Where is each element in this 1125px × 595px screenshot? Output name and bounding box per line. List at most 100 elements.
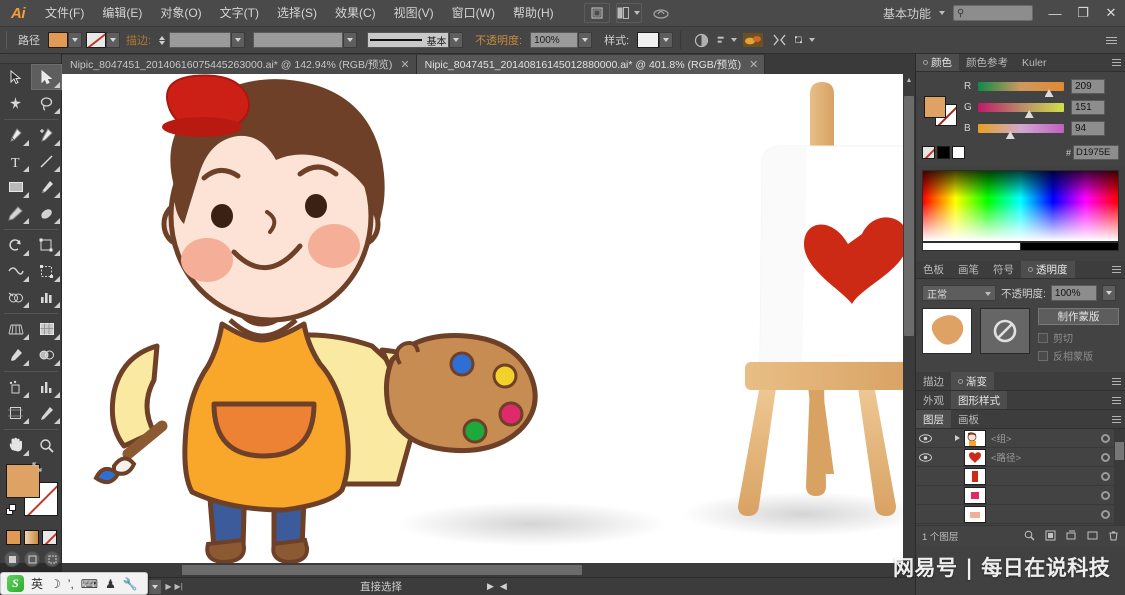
invert-mask-checkbox[interactable] [1038,350,1048,361]
stroke-weight-dropdown-icon[interactable] [231,32,246,48]
status-bar-arrows[interactable]: ▶ ◀ [487,581,507,592]
graphic-styles-panel-menu-icon[interactable] [1109,391,1125,409]
sogou-logo-icon[interactable]: S [7,575,24,592]
menu-type[interactable]: 文字(T) [211,2,268,24]
color-panel-menu-icon[interactable] [1109,54,1125,71]
channel-b-value[interactable]: 94 [1071,121,1105,136]
eyedropper-tool[interactable] [0,342,31,368]
next-artboard-icon[interactable]: ▶ [165,582,171,591]
symbol-sprayer-tool[interactable] [0,374,31,400]
draw-behind-icon[interactable] [24,551,40,567]
tab-layers[interactable]: 图层 [916,410,951,428]
make-clipping-mask-icon[interactable] [1044,530,1056,542]
layer-list[interactable]: <组> <路径> [916,429,1125,525]
lasso-tool[interactable] [31,90,62,116]
last-artboard-icon[interactable]: ▶| [175,582,183,591]
status-next-icon[interactable]: ◀ [500,581,507,592]
tab-brushes[interactable]: 画笔 [951,261,986,278]
color-fill-stroke-indicator[interactable] [922,90,960,126]
zoom-tool[interactable] [31,432,62,458]
graphic-style-swatch[interactable] [637,32,660,48]
moon-icon[interactable]: ☽ [50,577,61,591]
target-indicator[interactable] [1095,433,1115,443]
hscrollbar-thumb[interactable] [182,565,582,575]
blend-tool[interactable] [31,342,62,368]
opacity-field[interactable]: 100% [530,32,579,48]
close-icon[interactable]: ✕ [749,58,758,71]
restore-button[interactable]: ❐ [1069,3,1097,23]
opacity-mask-icon[interactable] [691,31,711,49]
magic-wand-tool[interactable] [0,90,31,116]
artboard-dropdown-icon[interactable] [148,578,163,595]
tab-gradient[interactable]: 渐变 [951,372,994,390]
align-icon[interactable] [717,31,738,49]
target-indicator[interactable] [1095,471,1115,481]
scale-tool[interactable] [31,232,62,258]
document-tab-2[interactable]: Nipic_8047451_20140816145012880000.ai* @… [416,55,766,74]
hex-value-field[interactable]: D1975E [1073,145,1119,160]
isolate-selected-icon[interactable] [769,31,789,49]
canvas-horizontal-scrollbar[interactable] [62,563,915,577]
document-tab-1[interactable]: Nipic_8047451_20140616075445263000.ai* @… [62,55,417,74]
channel-r-value[interactable]: 209 [1071,79,1105,94]
scrollbar-thumb[interactable] [904,96,914,336]
clip-checkbox-row[interactable]: 剪切 [1038,330,1119,345]
soft-keyboard-icon[interactable]: ⌨ [81,577,98,591]
tab-appearance[interactable]: 外观 [916,391,951,409]
color-slider-b[interactable]: B 94 [964,119,1119,139]
add-anchor-point-tool[interactable] [31,122,62,148]
hand-tool[interactable] [0,432,31,458]
artboard[interactable] [62,74,915,563]
column-graph-tool[interactable] [31,284,62,310]
canvas-vertical-scrollbar[interactable]: ▲ [903,74,915,563]
locate-object-icon[interactable] [1023,530,1035,542]
stroke-profile-dropdown-icon[interactable] [343,32,358,48]
menu-effect[interactable]: 效果(C) [326,2,385,24]
swatch-white[interactable] [952,146,965,159]
opacity-dropdown-icon[interactable] [578,32,593,48]
shape-builder-tool[interactable] [0,284,31,310]
control-panel-menu-icon[interactable] [1106,36,1117,44]
search-input[interactable]: ⚲ [953,5,1033,21]
color-spectrum-extremes[interactable] [922,242,1119,251]
menu-edit[interactable]: 编辑(E) [93,2,151,24]
stroke-profile-field[interactable] [253,32,344,48]
table-row[interactable]: <路径> [916,448,1125,467]
color-slider-r[interactable]: R 209 [964,77,1119,97]
rectangle-tool[interactable] [0,174,31,200]
fill-stroke-indicator[interactable] [6,462,61,524]
tab-artboards[interactable]: 画板 [951,410,986,428]
control-bar-grip[interactable] [6,31,12,49]
brush-dropdown-icon[interactable] [449,32,464,48]
arrange-documents-icon[interactable] [615,3,642,23]
ime-mode-button[interactable]: 英 [31,575,43,592]
menu-select[interactable]: 选择(S) [268,2,326,24]
line-segment-tool[interactable] [31,148,62,174]
table-row[interactable] [916,467,1125,486]
tab-transparency[interactable]: 透明度 [1021,261,1075,278]
channel-g-value[interactable]: 151 [1071,100,1105,115]
fill-dropdown-icon[interactable] [68,32,82,48]
menu-window[interactable]: 窗口(W) [443,2,504,24]
menu-object[interactable]: 对象(O) [151,2,210,24]
type-tool[interactable]: T [0,148,31,174]
pen-tool[interactable] [0,122,31,148]
color-mode-gradient[interactable] [24,530,39,545]
recolor-artwork-icon[interactable] [743,31,764,49]
stroke-weight-field[interactable] [169,32,232,48]
stroke-weight-stepper[interactable] [159,32,168,48]
punctuation-icon[interactable]: ’, [68,577,74,591]
perspective-grid-tool[interactable] [0,316,31,342]
blob-brush-tool[interactable] [31,200,62,226]
tab-symbols[interactable]: 符号 [986,261,1021,278]
tab-stroke[interactable]: 描边 [916,372,951,390]
selection-tool[interactable] [0,64,31,90]
width-tool[interactable] [0,258,31,284]
stroke-dropdown-icon[interactable] [106,32,120,48]
color-fill-swatch[interactable] [924,95,946,118]
color-mode-solid[interactable] [6,530,21,545]
color-spectrum-ramp[interactable] [922,170,1119,242]
target-indicator[interactable] [1095,490,1115,500]
pencil-tool[interactable] [0,200,31,226]
free-transform-tool[interactable] [31,258,62,284]
